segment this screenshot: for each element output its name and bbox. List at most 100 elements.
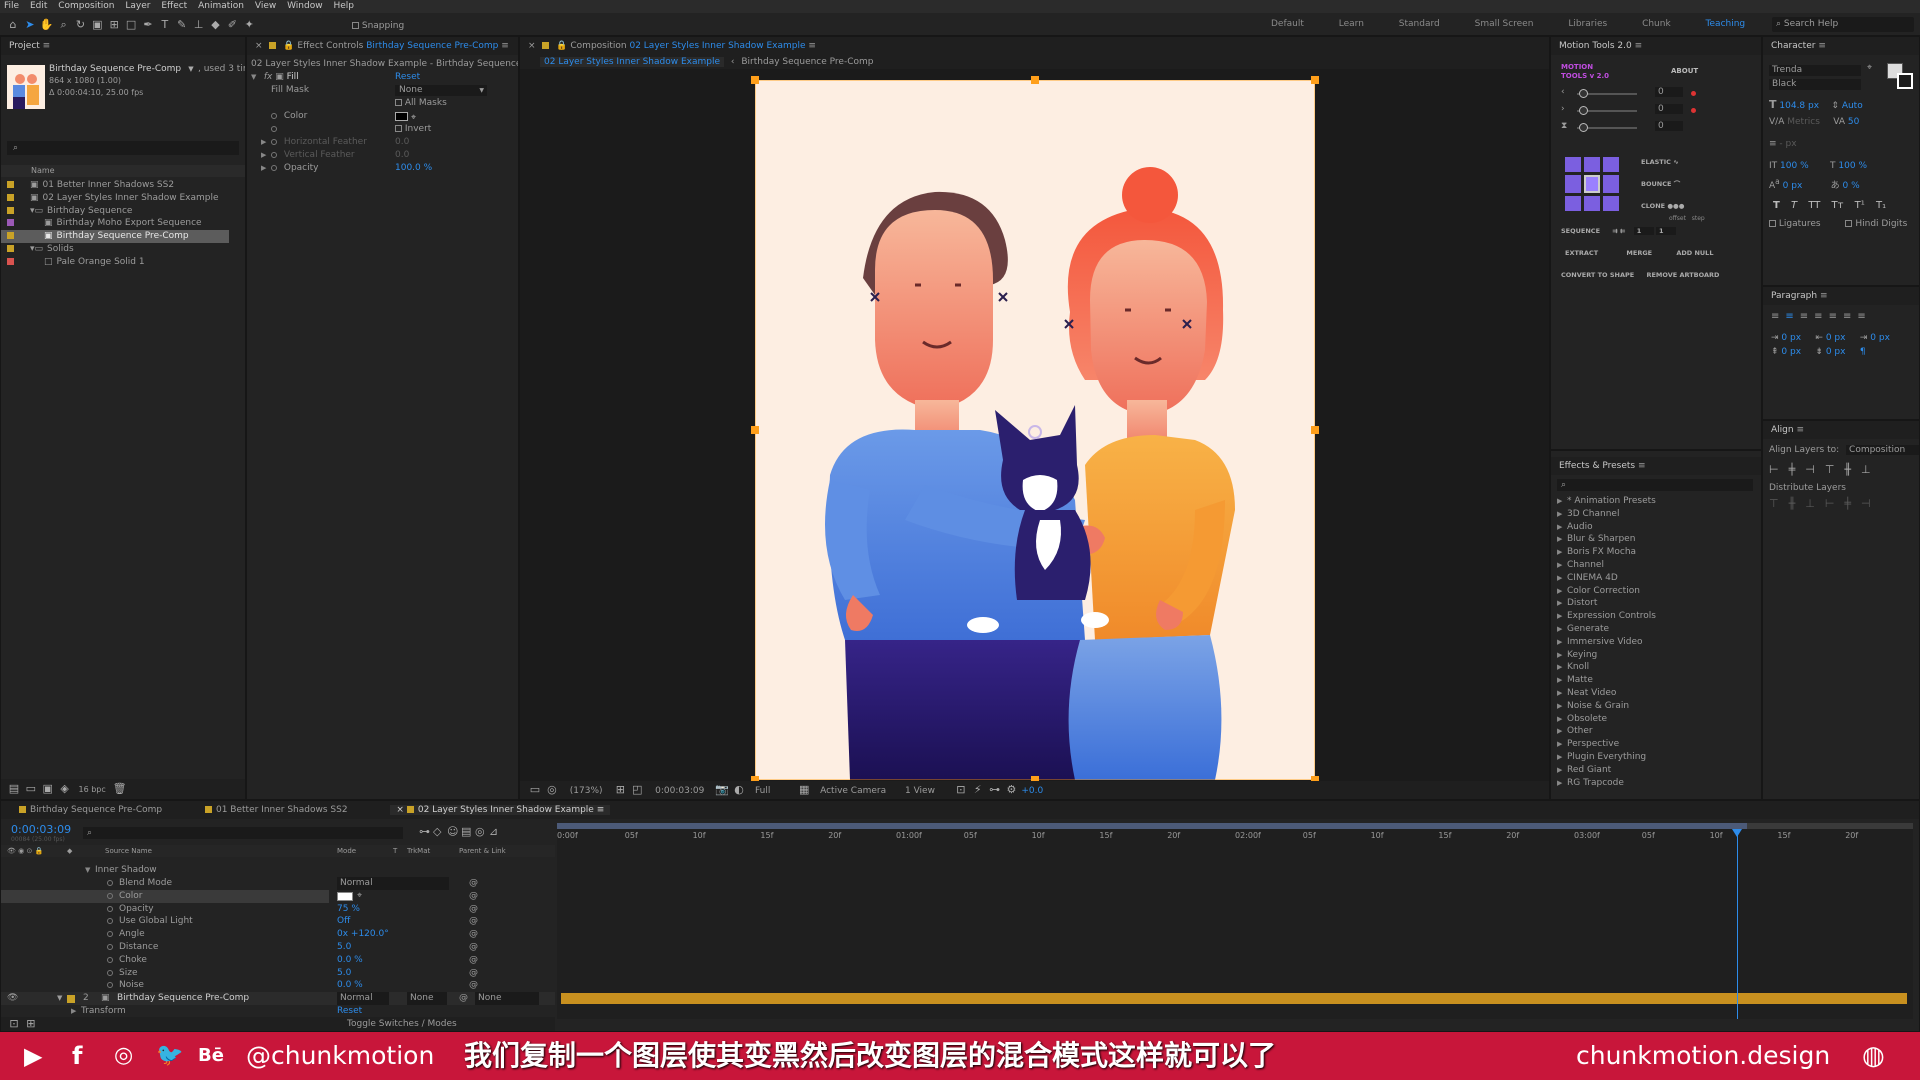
playhead[interactable] (1731, 829, 1742, 1019)
chevron-right-icon[interactable]: ▶ (1557, 661, 1567, 674)
pick-whip-icon[interactable]: @ (469, 979, 478, 992)
chevron-right-icon[interactable]: ▶ (1557, 610, 1567, 623)
first-line-value[interactable]: 0 px (1870, 333, 1890, 343)
eyedropper-icon[interactable]: ⌖ (357, 890, 362, 903)
draft-3d-icon[interactable]: ◇ (433, 825, 447, 838)
flowchart-icon[interactable]: ⊶ (988, 781, 1002, 799)
faux-italic-button[interactable]: T (1791, 200, 1797, 211)
property-value[interactable]: 5.0 (337, 941, 351, 954)
roto-brush-tool-icon[interactable]: ✐ (225, 13, 239, 36)
chevron-right-icon[interactable]: ▶ (1557, 533, 1567, 546)
chevron-right-icon[interactable]: ▶ (1557, 649, 1567, 662)
opacity-value[interactable]: 100.0 % (395, 162, 432, 175)
pick-whip-icon[interactable]: @ (469, 954, 478, 967)
close-icon[interactable]: × (528, 41, 536, 51)
resolution-dropdown[interactable]: Full (755, 786, 770, 796)
fx-icon[interactable]: fx (264, 72, 273, 82)
column-parent[interactable]: Parent & Link (459, 845, 506, 857)
distribute-top-icon[interactable]: ⊤ (1769, 497, 1789, 510)
effect-category-item[interactable]: ▶ Red Giant (1557, 764, 1747, 777)
effect-category-item[interactable]: ▶ Other (1557, 725, 1747, 738)
reset-dot-icon[interactable] (1691, 108, 1696, 113)
about-button[interactable]: ABOUT (1671, 67, 1698, 75)
font-family-dropdown[interactable]: Trenda (1769, 65, 1861, 76)
chevron-right-icon[interactable]: ▶ (1557, 636, 1567, 649)
chevron-right-icon[interactable]: ▶ (261, 136, 271, 149)
effect-category-item[interactable]: ▶ 3D Channel (1557, 508, 1747, 521)
property-value[interactable]: 75 % (337, 903, 360, 916)
stopwatch-icon[interactable] (107, 918, 113, 925)
slider-knob[interactable] (1579, 106, 1588, 115)
space-after-value[interactable]: 0 px (1826, 345, 1860, 359)
graph-editor-icon[interactable]: ⊿ (489, 825, 503, 838)
stopwatch-icon[interactable] (271, 138, 277, 145)
label-color-swatch[interactable] (7, 219, 14, 227)
snapping-checkbox[interactable] (352, 22, 359, 29)
composition-tab[interactable]: × 🔒 Composition 02 Layer Styles Inner Sh… (520, 37, 1549, 55)
website-link[interactable]: chunkmotion.design (1576, 1032, 1830, 1080)
effects-search[interactable]: ⌕ (1557, 479, 1753, 491)
layer-switches-icon[interactable]: ⊡ (7, 1017, 21, 1031)
effects-presets-tab[interactable]: Effects & Presets ≡ (1551, 457, 1761, 475)
layer-style-property[interactable]: Use Global Light Off @ (1, 915, 555, 928)
pick-whip-icon[interactable]: @ (459, 992, 468, 1005)
fx-toggle-icon[interactable]: ▣ (275, 72, 284, 82)
work-area-bar[interactable] (557, 823, 1913, 829)
align-right-edges-icon[interactable]: ⊣ (1805, 463, 1825, 476)
handle-mid-left[interactable] (751, 426, 759, 434)
chevron-right-icon[interactable]: ▶ (1557, 572, 1567, 585)
effect-category-item[interactable]: ▶ Immersive Video (1557, 636, 1747, 649)
layer-name[interactable]: Birthday Sequence Pre-Comp (117, 992, 249, 1005)
ligatures-checkbox[interactable] (1769, 220, 1776, 227)
small-caps-button[interactable]: Tт (1832, 200, 1844, 211)
align-left-icon[interactable]: ≡ (1771, 311, 1785, 322)
sequence-forward-icon[interactable]: ⇉ (1612, 227, 1617, 235)
exposure-value[interactable]: +0.0 (1021, 786, 1043, 796)
pan-behind-tool-icon[interactable]: ⊞ (107, 13, 121, 36)
effect-category-item[interactable]: ▶ Noise & Grain (1557, 700, 1747, 713)
hindi-digits-checkbox[interactable] (1845, 220, 1853, 227)
faux-bold-button[interactable]: T (1773, 200, 1780, 211)
menu-view[interactable]: View (255, 1, 276, 11)
character-tab[interactable]: Character ≡ (1763, 37, 1919, 55)
color-swatch[interactable] (337, 891, 353, 901)
seq-offset-value[interactable]: 1 (1633, 227, 1654, 235)
layer-label-color[interactable] (67, 995, 75, 1003)
stopwatch-icon[interactable] (271, 164, 277, 171)
stopwatch-icon[interactable] (107, 944, 113, 950)
chevron-right-icon[interactable]: ▶ (1557, 738, 1567, 751)
youtube-icon[interactable]: ▶ (24, 1032, 42, 1080)
search-help-field[interactable]: ⌕ Search Help (1772, 17, 1914, 32)
align-v-center-icon[interactable]: ╫ (1844, 463, 1861, 476)
effect-category-item[interactable]: ▶ Generate (1557, 623, 1747, 636)
motion-tools-tab[interactable]: Motion Tools 2.0 ≡ (1551, 37, 1761, 55)
menu-edit[interactable]: Edit (30, 1, 47, 11)
globe-icon[interactable]: ◍ (1862, 1032, 1885, 1080)
align-bottom-edges-icon[interactable]: ⊥ (1861, 463, 1881, 476)
chevron-right-icon[interactable]: ▶ (1557, 597, 1567, 610)
chevron-right-icon[interactable]: ▶ (1557, 687, 1567, 700)
effect-category-item[interactable]: ▶ * Animation Presets (1557, 495, 1747, 508)
menu-animation[interactable]: Animation (198, 1, 244, 11)
sequence-button[interactable]: SEQUENCE (1561, 227, 1600, 235)
motion-blur-icon[interactable]: ◎ (475, 825, 489, 838)
menu-file[interactable]: File (4, 1, 19, 11)
anchor-grid[interactable] (1565, 157, 1619, 211)
chevron-right-icon[interactable]: ▶ (1557, 521, 1567, 534)
zoom-tool-icon[interactable]: ⌕ (57, 13, 71, 36)
layer-style-property[interactable]: Distance 5.0 @ (1, 941, 555, 954)
chevron-right-icon[interactable]: ▶ (1557, 559, 1567, 572)
always-preview-icon[interactable]: ▭ (528, 781, 542, 799)
playhead-marker-icon[interactable] (1731, 829, 1742, 837)
chevron-right-icon[interactable]: ▶ (1557, 777, 1567, 790)
stroke-width-value[interactable]: - px (1779, 139, 1796, 149)
layer-style-property[interactable]: Blend Mode Normal @ (1, 877, 555, 890)
layer-style-property[interactable]: Opacity 75 % @ (1, 903, 555, 916)
label-color-swatch[interactable] (7, 193, 14, 201)
project-list-item[interactable]: ▾▭ Solids (1, 243, 245, 256)
effect-category-item[interactable]: ▶ Obsolete (1557, 713, 1747, 726)
stopwatch-icon[interactable] (107, 905, 113, 912)
channel-icon[interactable]: ◐ (732, 781, 746, 799)
chevron-down-icon[interactable]: ▼ (184, 63, 198, 75)
distribute-bottom-icon[interactable]: ⊥ (1805, 497, 1825, 510)
